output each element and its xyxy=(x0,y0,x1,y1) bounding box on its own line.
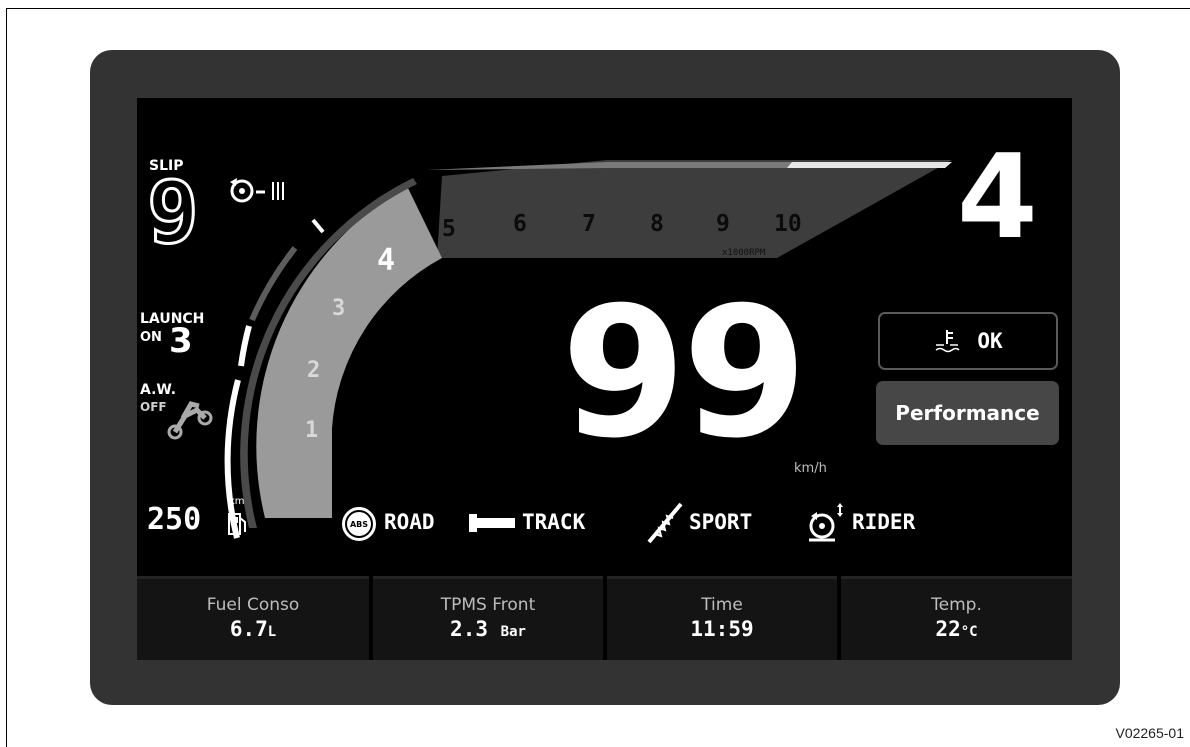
abs-mode: ROAD xyxy=(384,510,435,534)
reference-code: V02265-01 xyxy=(1115,725,1184,741)
info-tile-fuel[interactable]: Fuel Conso 6.7L xyxy=(137,576,369,660)
aw-state: OFF xyxy=(140,400,167,414)
dashboard-screen: 1 2 3 4 5 6 7 8 9 10 x1000RPM 4 99 km/h … xyxy=(137,98,1072,660)
coolant-temp-icon xyxy=(935,330,960,353)
tach-label-8: 8 xyxy=(650,211,664,237)
traction-control-icon xyxy=(230,178,284,203)
gear-indicator: 4 xyxy=(957,130,1038,265)
tile-label: Temp. xyxy=(931,595,982,615)
tile-value: 6.7L xyxy=(229,617,277,641)
tach-label-10: 10 xyxy=(774,211,802,237)
tile-value: 11:59 xyxy=(690,617,754,641)
speed-unit: km/h xyxy=(794,461,827,476)
tach-label-7: 7 xyxy=(582,211,596,237)
abs-badge: ABS xyxy=(347,512,371,536)
suspension-mode: SPORT xyxy=(689,510,753,534)
tach-upper-band xyxy=(437,160,952,258)
tach-redline-edge xyxy=(787,162,952,168)
range-value: 250 xyxy=(147,502,202,537)
tach-filled-arc xyxy=(256,186,442,518)
abs-icon: ABS xyxy=(342,507,376,541)
tach-label-1: 1 xyxy=(305,418,319,443)
info-tile-temp[interactable]: Temp. 22°C xyxy=(841,576,1072,660)
tach-label-6: 6 xyxy=(513,211,527,237)
tile-label: Fuel Conso xyxy=(206,595,300,615)
anti-wheelie-icon xyxy=(167,401,213,440)
info-tile-tpms[interactable]: TPMS Front 2.3 Bar xyxy=(373,576,603,660)
info-tile-time[interactable]: Time 11:59 xyxy=(607,576,837,660)
tach-white-segment-mid xyxy=(238,325,252,367)
suspension-icon xyxy=(647,502,683,544)
rider-mode-icon xyxy=(809,503,843,542)
tile-label: TPMS Front xyxy=(440,595,536,615)
slip-level: 9 xyxy=(146,163,201,263)
throttle-icon xyxy=(469,514,515,532)
tach-label-2: 2 xyxy=(307,358,321,383)
rider-mode: RIDER xyxy=(852,510,916,534)
speed-value: 99 xyxy=(561,269,807,478)
launch-state: ON xyxy=(140,330,162,345)
tach-unit: x1000RPM xyxy=(722,248,766,258)
launch-level: 3 xyxy=(169,321,193,361)
tach-label-9: 9 xyxy=(716,211,730,237)
tach-grey-segment xyxy=(249,246,298,322)
tile-value: 2.3 Bar xyxy=(450,617,526,641)
tile-value: 22°C xyxy=(935,617,978,641)
fuel-pump-icon xyxy=(228,513,246,535)
tach-label-4: 4 xyxy=(377,243,396,278)
range-unit: km xyxy=(229,496,245,507)
tile-label: Time xyxy=(701,595,743,615)
engine-mode: TRACK xyxy=(522,510,586,534)
tach-label-3: 3 xyxy=(332,296,346,321)
engine-temp-label: OK xyxy=(977,329,1003,353)
tach-label-5: 5 xyxy=(442,216,456,242)
engine-temp-status[interactable]: OK xyxy=(878,312,1058,370)
tach-shift-marker xyxy=(311,218,325,234)
ride-mode-button[interactable]: Performance xyxy=(876,381,1059,445)
